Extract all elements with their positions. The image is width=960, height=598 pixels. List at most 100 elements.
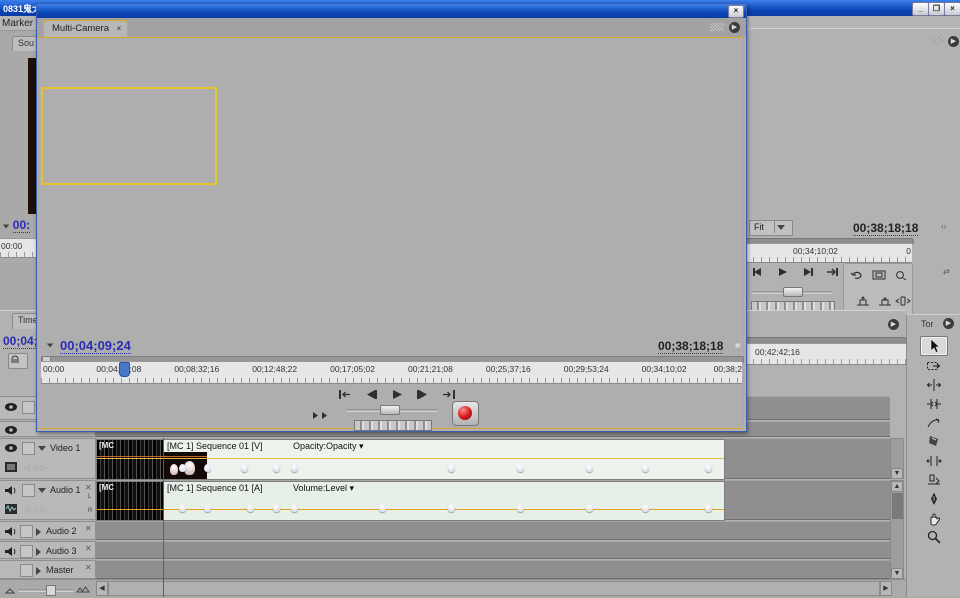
expand-track-icon[interactable] (36, 548, 41, 556)
track-name[interactable]: Video 1 (50, 443, 80, 453)
eye-icon[interactable] (4, 425, 18, 438)
scroll-up-icon[interactable]: ▲ (891, 481, 903, 492)
keyframe-dot[interactable] (448, 464, 455, 472)
keyframe-dot[interactable] (179, 464, 186, 472)
go-to-out-icon[interactable] (438, 387, 460, 401)
jog-wheel[interactable] (354, 420, 432, 431)
keyframe-dot[interactable] (517, 504, 524, 512)
close-tab-icon[interactable]: × (117, 24, 122, 33)
zoom-out-icon[interactable] (5, 586, 15, 597)
display-style-icon[interactable] (4, 461, 18, 476)
camera-2-preview[interactable] (219, 87, 395, 185)
track-lane-audio1[interactable]: [MC [MC 1] Sequence 01 [A] Volume:Level … (96, 480, 890, 520)
track-sync-icon[interactable]: ✕ (85, 524, 92, 533)
menu-item-marker[interactable]: Marker (2, 18, 36, 29)
keyframe-nav-icons[interactable]: ◁ ◇ ▷ (24, 463, 47, 472)
speaker-icon[interactable] (4, 546, 17, 560)
keyframe-dot[interactable] (642, 504, 649, 512)
trim-view-icon[interactable]: ‹› (941, 222, 946, 231)
safe-margins-button[interactable] (868, 268, 890, 282)
razor-tool[interactable] (921, 433, 947, 451)
track-lock-toggle[interactable] (22, 401, 35, 414)
zoom-tool[interactable] (921, 528, 947, 546)
expand-track-icon[interactable] (36, 528, 41, 536)
selection-tool[interactable] (920, 336, 948, 356)
pen-tool[interactable] (921, 490, 947, 508)
restore-button[interactable]: ❐ (928, 2, 945, 16)
program-ruler[interactable]: 00;34;10;02 0 (745, 243, 912, 263)
step-forward-button[interactable] (797, 265, 819, 279)
chevron-down-icon[interactable] (47, 344, 53, 348)
speaker-icon[interactable] (4, 526, 17, 540)
track-lock-toggle[interactable] (20, 525, 33, 538)
slide-tool[interactable] (921, 471, 947, 489)
keyframe-dot[interactable] (247, 504, 254, 512)
current-time-indicator[interactable] (119, 362, 130, 377)
keyframe-dot[interactable] (705, 504, 712, 512)
multicam-duration[interactable]: 00;38;18;18 (658, 339, 723, 354)
panel-menu-icon[interactable]: ▶ (729, 22, 740, 33)
rolling-edit-tool[interactable] (921, 395, 947, 413)
output-button[interactable] (890, 268, 912, 282)
keyframe-dot[interactable] (273, 504, 280, 512)
video-clip[interactable]: [MC [MC 1] Sequence 01 [V] Opacity:Opaci… (96, 439, 725, 480)
track-name[interactable]: Audio 1 (50, 485, 81, 495)
minimize-button[interactable]: _ (912, 2, 929, 16)
shuttle-handle[interactable] (380, 405, 400, 415)
camera-4-preview[interactable] (219, 187, 395, 286)
snap-button[interactable] (8, 353, 28, 369)
audio-clip[interactable]: [MC [MC 1] Sequence 01 [A] Volume:Level … (96, 481, 725, 521)
keyframe-dot[interactable] (379, 504, 386, 512)
panel-menu-icon[interactable]: ▶ (888, 319, 899, 330)
keyframe-dot[interactable] (273, 464, 280, 472)
scroll-right-icon[interactable]: ▶ (880, 581, 892, 596)
keyframe-dot[interactable] (204, 504, 211, 512)
track-lane-audio2[interactable] (96, 521, 890, 540)
collapse-track-icon[interactable] (38, 488, 46, 493)
chevron-down-icon[interactable] (3, 225, 9, 229)
waveform-style-icon[interactable] (4, 503, 18, 518)
horizontal-scrollbar[interactable] (108, 581, 880, 596)
track-lock-toggle[interactable] (20, 564, 33, 577)
timeline-ruler[interactable]: 00;42;42;16 (745, 343, 906, 365)
play-button[interactable] (772, 265, 794, 279)
speaker-icon[interactable] (4, 485, 17, 499)
record-button[interactable] (452, 401, 479, 426)
step-back-button[interactable] (360, 387, 382, 401)
scroll-down-icon[interactable]: ▼ (891, 568, 903, 579)
close-icon[interactable]: × (728, 5, 744, 18)
track-lock-toggle[interactable] (22, 484, 35, 497)
keyframe-dot[interactable] (204, 464, 211, 472)
track-lane-video1[interactable]: [MC [MC 1] Sequence 01 [V] Opacity:Opaci… (96, 438, 890, 479)
slip-tool[interactable] (921, 452, 947, 470)
play-around-button[interactable] (310, 408, 332, 422)
multicamera-window[interactable]: × Multi-Camera × ▶ 00;04;09;24 00;38;18;… (36, 3, 747, 432)
track-lock-toggle[interactable] (22, 442, 35, 455)
multicam-ruler[interactable]: 00;0000;04;16;0800;08;32;1600;12;48;2200… (41, 361, 742, 384)
opacity-rubber-band[interactable] (97, 458, 724, 459)
scroll-left-icon[interactable]: ◀ (96, 581, 108, 596)
keyframe-dot[interactable] (705, 464, 712, 472)
track-lock-toggle[interactable] (20, 545, 33, 558)
source-ruler[interactable]: 00:00 (0, 238, 36, 258)
scroll-down-icon[interactable]: ▼ (891, 468, 903, 479)
zoom-slider-handle[interactable] (46, 585, 56, 596)
track-name[interactable]: Master (46, 565, 74, 575)
hand-tool[interactable] (921, 509, 947, 527)
step-back-button[interactable] (747, 265, 769, 279)
track-lane-audio3[interactable] (96, 541, 890, 559)
track-sync-icon[interactable]: ✕ (85, 483, 92, 492)
shuttle-handle[interactable] (783, 287, 803, 297)
panel-grip[interactable] (930, 37, 944, 45)
scrollbar-thumb[interactable] (892, 493, 903, 519)
video-tracks-scrollbar[interactable]: ▼ (890, 438, 904, 479)
keyframe-dot[interactable] (586, 464, 593, 472)
keyframe-dot[interactable] (291, 464, 298, 472)
keyframe-nav-icons[interactable]: ◁ ◇ ▷ (24, 505, 47, 514)
play-button[interactable] (386, 387, 408, 401)
panel-menu-icon[interactable]: ▶ (943, 318, 954, 329)
track-select-tool[interactable] (921, 357, 947, 375)
track-lane-master[interactable] (96, 560, 890, 579)
audio-tracks-scrollbar[interactable]: ▲ ▼ (890, 480, 904, 579)
keyframe-dot[interactable] (517, 464, 524, 472)
